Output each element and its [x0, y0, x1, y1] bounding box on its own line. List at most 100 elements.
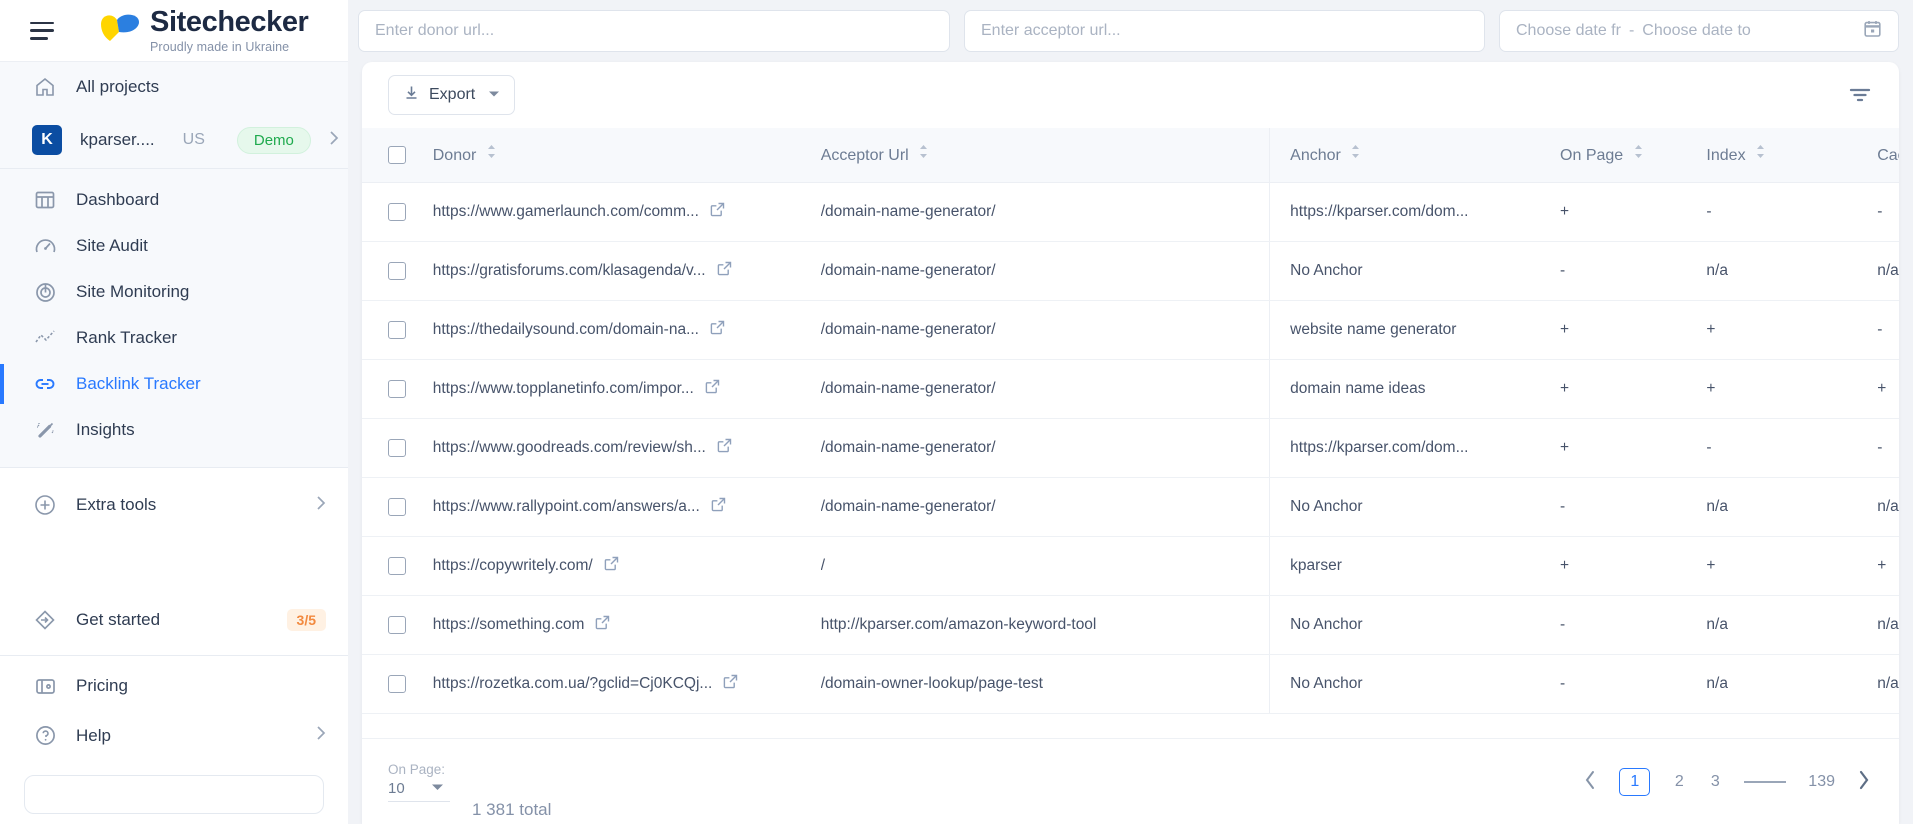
calendar-icon[interactable] [1863, 19, 1882, 43]
total-count: 1 381 total [472, 800, 552, 819]
sidebar-item-insights[interactable]: Insights [0, 407, 348, 453]
th-index[interactable]: Index [1706, 128, 1878, 183]
date-range-input[interactable]: Choose date fr - Choose date to [1499, 10, 1899, 52]
table-row[interactable]: https://something.com http://kparser.com/… [362, 595, 1899, 655]
row-checkbox[interactable] [388, 202, 406, 221]
row-checkbox[interactable] [388, 497, 406, 516]
cell-donor: https://www.goodreads.com/review/sh... [432, 418, 821, 478]
table-row[interactable]: https://www.rallypoint.com/answers/a... /… [362, 477, 1899, 537]
th-select-all [362, 128, 433, 183]
sort-icon[interactable] [487, 144, 496, 162]
cell-acceptor: /domain-owner-lookup/page-test [820, 654, 1270, 714]
rows-per-page-control[interactable]: On Page: 10 [388, 762, 450, 802]
export-button[interactable]: Export [388, 75, 516, 115]
row-select-cell [362, 241, 433, 301]
row-checkbox[interactable] [388, 379, 406, 398]
row-checkbox[interactable] [388, 674, 406, 693]
sidebar-item-label: Pricing [76, 676, 128, 696]
sidebar-item-label: Get started [76, 610, 161, 630]
sidebar-item-extra-tools[interactable]: Extra tools [0, 480, 348, 530]
sidebar-item-rank-tracker[interactable]: Rank Tracker [0, 315, 348, 361]
sidebar-extra-group: Extra tools [0, 468, 348, 530]
filter-funnel-icon[interactable] [1847, 84, 1873, 106]
cell-on-page: + [1560, 536, 1707, 596]
sidebar-item-backlink-tracker[interactable]: Backlink Tracker [0, 361, 348, 407]
external-link-icon[interactable] [594, 614, 611, 636]
cell-cache: + [1877, 536, 1899, 596]
th-index-label: Index [1706, 147, 1746, 165]
table-row[interactable]: https://www.topplanetinfo.com/impor... /d… [362, 359, 1899, 419]
table-header-row: Donor Acceptor Url Anchor On Page Index … [362, 128, 1899, 183]
sidebar-item-dashboard[interactable]: Dashboard [0, 177, 348, 223]
th-acceptor-url[interactable]: Acceptor Url [820, 128, 1270, 183]
cell-anchor: https://kparser.com/dom... [1269, 418, 1561, 478]
external-link-icon[interactable] [722, 673, 739, 695]
th-donor[interactable]: Donor [432, 128, 821, 183]
chevron-right-icon[interactable] [1857, 769, 1871, 795]
page-3-button[interactable]: 3 [1708, 773, 1722, 791]
sidebar-item-all-projects[interactable]: All projects [0, 62, 348, 112]
hamburger-icon[interactable] [30, 21, 54, 40]
external-link-icon[interactable] [603, 555, 620, 577]
external-link-icon[interactable] [710, 496, 727, 518]
row-checkbox[interactable] [388, 438, 406, 457]
question-circle-icon [32, 723, 58, 749]
donor-url-input[interactable]: Enter donor url... [358, 10, 950, 52]
sidebar-item-pricing[interactable]: Pricing [0, 662, 348, 711]
cell-anchor: No Anchor [1269, 595, 1561, 655]
table-row[interactable]: https://www.gamerlaunch.com/comm... /doma… [362, 182, 1899, 242]
cell-index: n/a [1706, 595, 1878, 655]
chevron-left-icon[interactable] [1583, 769, 1597, 795]
th-anchor[interactable]: Anchor [1269, 128, 1561, 183]
sidebar-item-site-monitoring[interactable]: Site Monitoring [0, 269, 348, 315]
sidebar-bottom-card[interactable] [24, 774, 324, 815]
donor-url-text: https://www.goodreads.com/review/sh... [432, 438, 706, 456]
chevron-right-icon[interactable] [316, 495, 326, 516]
row-checkbox[interactable] [388, 320, 406, 339]
chevron-right-icon[interactable] [329, 130, 339, 151]
table-row[interactable]: https://rozetka.com.ua/?gclid=Cj0KCQj...… [362, 654, 1899, 714]
sidebar-item-site-audit[interactable]: Site Audit [0, 223, 348, 269]
external-link-icon[interactable] [704, 378, 721, 400]
table-scroll-region[interactable]: Donor Acceptor Url Anchor On Page Index … [362, 128, 1899, 738]
table-row[interactable]: https://thedailysound.com/domain-na... /d… [362, 300, 1899, 360]
sidebar-item-label: Extra tools [76, 495, 157, 515]
row-select-cell [362, 300, 433, 360]
sort-icon[interactable] [1351, 144, 1360, 162]
donor-url-text: https://rozetka.com.ua/?gclid=Cj0KCQj... [432, 674, 713, 692]
row-checkbox[interactable] [388, 615, 406, 634]
export-label: Export [429, 86, 476, 103]
row-checkbox[interactable] [388, 556, 406, 575]
sort-icon[interactable] [1756, 144, 1765, 162]
acceptor-url-placeholder: Enter acceptor url... [981, 22, 1121, 39]
th-on-page[interactable]: On Page [1560, 128, 1707, 183]
page-1-button[interactable]: 1 [1619, 767, 1651, 796]
th-cache[interactable]: Cache [1877, 128, 1899, 183]
sort-icon[interactable] [1634, 144, 1643, 162]
page-2-button[interactable]: 2 [1672, 773, 1686, 791]
table-row[interactable]: https://www.goodreads.com/review/sh... /d… [362, 418, 1899, 478]
external-link-icon[interactable] [709, 319, 726, 341]
select-all-checkbox[interactable] [388, 145, 406, 164]
table-row[interactable]: https://copywritely.com//kparser+++Dofol… [362, 536, 1899, 596]
sidebar-item-get-started[interactable]: Get started 3/5 [0, 595, 348, 644]
acceptor-url-text: /domain-owner-lookup/page-test [820, 674, 1043, 692]
table-row[interactable]: https://gratisforums.com/klasagenda/v...… [362, 241, 1899, 301]
sort-icon[interactable] [919, 144, 928, 162]
external-link-icon[interactable] [716, 437, 733, 459]
cell-cache: n/a [1877, 654, 1899, 714]
plus-circle-icon [32, 492, 58, 518]
page-last-button[interactable]: 139 [1808, 773, 1835, 791]
download-icon [403, 84, 420, 106]
external-link-icon[interactable] [716, 260, 733, 282]
cell-cache: + [1877, 359, 1899, 419]
row-select-cell [362, 477, 433, 537]
external-link-icon[interactable] [709, 201, 726, 223]
acceptor-url-input[interactable]: Enter acceptor url... [964, 10, 1485, 52]
sidebar-item-help[interactable]: Help [0, 711, 348, 760]
row-checkbox[interactable] [388, 261, 406, 280]
rows-per-page-select[interactable]: 10 [388, 780, 450, 802]
brand-logo[interactable]: Sitechecker Proudly made in Ukraine [98, 7, 309, 54]
sidebar-item-project[interactable]: K kparser.... US Demo [0, 112, 348, 168]
chevron-right-icon[interactable] [316, 725, 326, 746]
